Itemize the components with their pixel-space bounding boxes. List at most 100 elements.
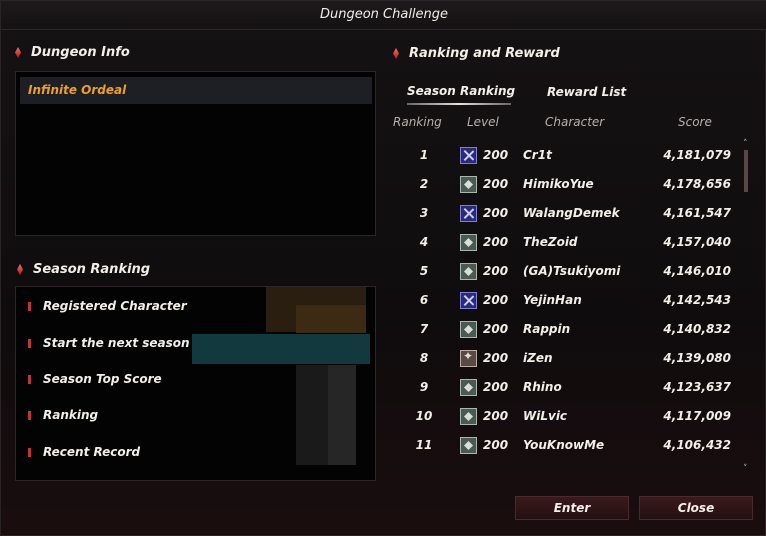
background-art [328, 365, 356, 465]
column-header-character: Character [545, 115, 605, 129]
tab-label: Reward List [547, 85, 627, 99]
level-cell: 200 [483, 264, 509, 278]
shield-class-icon [460, 234, 477, 251]
rank-cell: 11 [415, 438, 433, 452]
rank-cell: 7 [419, 322, 429, 336]
score-cell: 4,157,040 [663, 235, 731, 249]
column-header-ranking: Ranking [393, 115, 442, 129]
level-cell: 200 [483, 438, 509, 452]
score-cell: 4,161,547 [663, 206, 731, 220]
ranking-reward-heading: Ranking and Reward [393, 46, 560, 61]
season-ranking-panel: Registered Character Start the next seas… [15, 286, 376, 481]
shield-class-icon [460, 379, 477, 396]
character-cell: TheZoid [523, 235, 578, 249]
table-row[interactable]: 8 200 iZen 4,139,080 [389, 344, 741, 373]
table-row[interactable]: 1 200 Cr1t 4,181,079 [389, 141, 741, 170]
level-cell: 200 [483, 293, 509, 307]
column-header-score: Score [678, 115, 712, 129]
rank-cell: 5 [419, 264, 429, 278]
active-tab-indicator [407, 103, 511, 105]
level-cell: 200 [483, 148, 509, 162]
rank-cell: 8 [419, 351, 429, 365]
table-row[interactable]: 3 200 WalangDemek 4,161,547 [389, 199, 741, 228]
enter-button[interactable]: Enter [515, 496, 629, 520]
background-art [192, 334, 370, 364]
character-cell: HimikoYue [523, 177, 594, 191]
bullet-bar-icon [28, 410, 31, 420]
bullet-bar-icon [28, 447, 31, 457]
shield-class-icon [460, 176, 477, 193]
season-item-registered-character[interactable]: Registered Character [28, 299, 187, 313]
character-cell: Rappin [523, 322, 571, 336]
table-row[interactable]: 7 200 Rappin 4,140,832 [389, 315, 741, 344]
shield-class-icon [460, 263, 477, 280]
character-cell: WalangDemek [523, 206, 620, 220]
dungeon-info-heading-label: Dungeon Info [31, 45, 130, 60]
character-cell: Rhino [523, 380, 562, 394]
rank-cell: 10 [415, 409, 433, 423]
cross-class-icon [460, 205, 477, 222]
scroll-down-arrow-icon[interactable]: ˅ [743, 464, 748, 474]
score-cell: 4,139,080 [663, 351, 731, 365]
level-cell: 200 [483, 380, 509, 394]
table-row[interactable]: 5 200 (GA)Tsukiyomi 4,146,010 [389, 257, 741, 286]
tab-label: Season Ranking [407, 84, 516, 98]
level-cell: 200 [483, 177, 509, 191]
season-item-ranking[interactable]: Ranking [28, 408, 98, 422]
bullet-bar-icon [28, 374, 31, 384]
diamond-icon [15, 47, 21, 58]
shield-class-icon [460, 321, 477, 338]
close-button[interactable]: Close [639, 496, 753, 520]
rank-cell: 4 [419, 235, 429, 249]
table-row[interactable]: 9 200 Rhino 4,123,637 [389, 373, 741, 402]
level-cell: 200 [483, 235, 509, 249]
score-cell: 4,117,009 [663, 409, 731, 423]
scrollbar-thumb[interactable] [744, 150, 748, 192]
rank-cell: 1 [419, 148, 429, 162]
bullet-bar-icon [28, 338, 31, 348]
cross-class-icon [460, 147, 477, 164]
bullet-bar-icon [28, 301, 31, 311]
season-item-start-next-season[interactable]: Start the next season [28, 336, 190, 350]
background-art [296, 305, 366, 333]
season-item-label: Season Top Score [43, 372, 162, 386]
scroll-up-arrow-icon[interactable]: ˄ [743, 139, 748, 149]
star-class-icon [460, 349, 477, 367]
season-ranking-heading-label: Season Ranking [33, 262, 151, 277]
season-item-label: Registered Character [43, 299, 187, 313]
cross-class-icon [460, 292, 477, 309]
ranking-reward-heading-label: Ranking and Reward [409, 46, 560, 61]
table-row[interactable]: 6 200 YejinHan 4,142,543 [389, 286, 741, 315]
rank-cell: 2 [419, 177, 429, 191]
rank-cell: 3 [419, 206, 429, 220]
character-cell: WiLvic [523, 409, 568, 423]
character-cell: (GA)Tsukiyomi [523, 264, 621, 278]
column-header-level: Level [467, 115, 499, 129]
season-item-label: Ranking [43, 408, 99, 422]
shield-class-icon [460, 437, 477, 454]
dungeon-list-item[interactable]: Infinite Ordeal [20, 77, 372, 104]
level-cell: 200 [483, 351, 509, 365]
character-cell: YejinHan [523, 293, 582, 307]
level-cell: 200 [483, 322, 509, 336]
table-row[interactable]: 10 200 WiLvic 4,117,009 [389, 402, 741, 431]
tab-season-ranking[interactable]: Season Ranking [407, 84, 516, 105]
score-cell: 4,106,432 [663, 438, 731, 452]
score-cell: 4,178,656 [663, 177, 731, 191]
diamond-icon [393, 48, 399, 59]
season-item-top-score[interactable]: Season Top Score [28, 372, 162, 386]
shield-class-icon [460, 408, 477, 425]
level-cell: 200 [483, 409, 509, 423]
table-row[interactable]: 11 200 YouKnowMe 4,106,432 [389, 431, 741, 460]
character-cell: iZen [523, 351, 553, 365]
diamond-icon [17, 264, 23, 275]
season-item-label: Start the next season [43, 336, 190, 350]
table-row[interactable]: 2 200 HimikoYue 4,178,656 [389, 170, 741, 199]
window-title: Dungeon Challenge [1, 1, 766, 30]
season-item-label: Recent Record [43, 445, 141, 459]
dungeon-list-panel: Infinite Ordeal [15, 71, 376, 236]
tab-reward-list[interactable]: Reward List [547, 85, 626, 99]
season-item-recent-record[interactable]: Recent Record [28, 445, 140, 459]
score-cell: 4,146,010 [663, 264, 731, 278]
table-row[interactable]: 4 200 TheZoid 4,157,040 [389, 228, 741, 257]
